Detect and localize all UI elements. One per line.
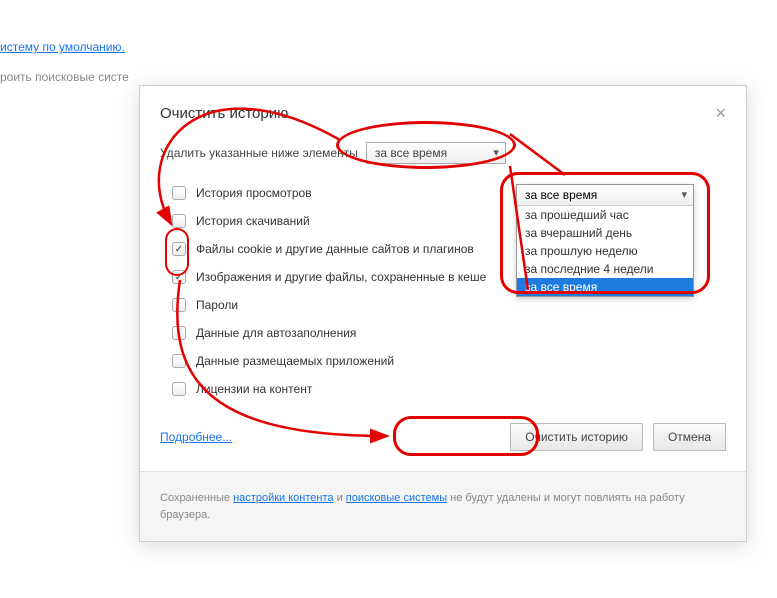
time-range-dropdown-open: за все время за прошедший часза вчерашни… [516,184,694,297]
checkbox-label: Лицензии на контент [196,382,312,396]
checkbox[interactable] [172,270,186,284]
check-row[interactable]: Данные размещаемых приложений [172,347,726,375]
prompt-text: Удалить указанные ниже элементы [160,146,358,160]
checkbox-label: История просмотров [196,186,312,200]
footer-text-pre: Сохраненные [160,492,233,504]
clear-history-dialog: Очистить историю × Удалить указанные ниж… [139,85,747,542]
checkbox[interactable] [172,326,186,340]
dropdown-option[interactable]: за последние 4 недели [517,260,693,278]
cancel-button[interactable]: Отмена [653,423,726,451]
footer-text-mid: и [334,492,346,504]
check-row[interactable]: Данные для автозаполнения [172,319,726,347]
check-row[interactable]: Лицензии на контент [172,375,726,403]
checkbox-label: Пароли [196,298,238,312]
checkbox[interactable] [172,186,186,200]
background-link-search: роить поисковые систе [0,70,129,84]
background-link-default[interactable]: истему по умолчанию. [0,40,125,54]
checkbox-label: Файлы cookie и другие данные сайтов и пл… [196,242,474,256]
close-icon[interactable]: × [715,104,726,122]
dropdown-option[interactable]: за прошлую неделю [517,242,693,260]
dropdown-option[interactable]: за прошедший час [517,206,693,224]
dropdown-option[interactable]: за все время [517,278,693,296]
dialog-title: Очистить историю [160,105,288,122]
checkbox-label: Данные размещаемых приложений [196,354,394,368]
more-link[interactable]: Подробнее... [160,430,232,444]
checkbox[interactable] [172,382,186,396]
actions-row: Подробнее... Очистить историю Отмена [160,423,726,451]
checkbox[interactable] [172,298,186,312]
dropdown-selected[interactable]: за все время [517,185,693,206]
checkbox[interactable] [172,354,186,368]
checkbox-label: История скачиваний [196,214,310,228]
dialog-header: Очистить историю × [140,86,746,132]
dialog-body: Удалить указанные ниже элементы за все в… [140,132,746,471]
checkbox[interactable] [172,242,186,256]
dropdown-option[interactable]: за вчерашний день [517,224,693,242]
checkbox-label: Изображения и другие файлы, сохраненные … [196,270,486,284]
checkbox-label: Данные для автозаполнения [196,326,356,340]
footer-link-search[interactable]: поисковые системы [346,492,447,504]
prompt-row: Удалить указанные ниже элементы за все в… [160,142,726,164]
footer-link-content[interactable]: настройки контента [233,492,333,504]
checkbox[interactable] [172,214,186,228]
dialog-footer: Сохраненные настройки контента и поисков… [140,471,746,541]
time-range-select[interactable]: за все время [366,142,506,164]
clear-history-button[interactable]: Очистить историю [510,423,643,451]
